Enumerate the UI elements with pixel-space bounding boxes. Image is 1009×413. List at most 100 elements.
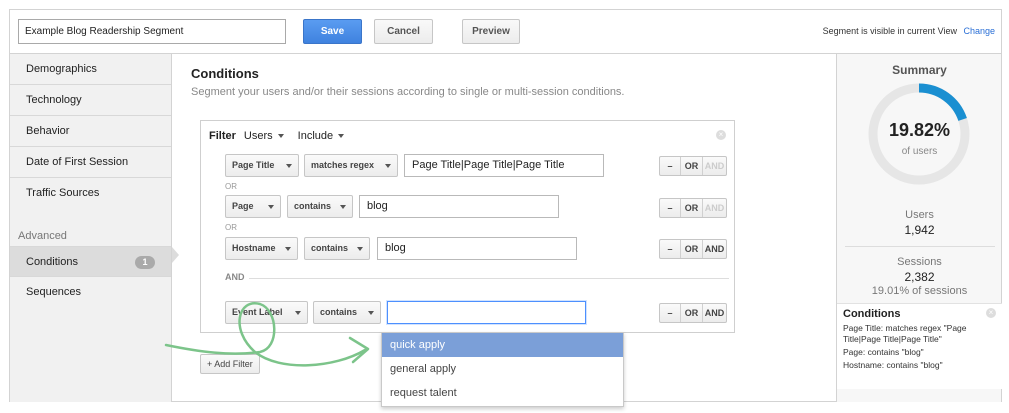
or-button[interactable]: OR: [680, 199, 702, 217]
page-subtitle: Segment your users and/or their sessions…: [191, 86, 625, 98]
remove-condition-button[interactable]: –: [660, 199, 680, 217]
summary-conditions: Conditions × Page Title: matches regex "…: [837, 303, 1002, 389]
dimension-value: Event Label: [232, 307, 283, 317]
users-percent-caption: of users: [901, 146, 938, 157]
filter-header: Filter Users Include: [209, 130, 345, 142]
change-visibility-link[interactable]: Change: [963, 26, 995, 36]
sidebar-item-conditions[interactable]: Conditions 1: [10, 246, 171, 277]
visibility-note: Segment is visible in current View: [822, 26, 957, 36]
remove-filter-icon[interactable]: ×: [716, 130, 726, 140]
condition-value-field[interactable]: Page Title|Page Title|Page Title: [404, 154, 604, 177]
dimension-dropdown[interactable]: Page: [225, 195, 281, 218]
operator-value: contains: [294, 201, 332, 211]
chevron-down-icon: [285, 247, 291, 251]
sidebar-heading-advanced: Advanced: [18, 230, 67, 242]
row-logic-buttons: – OR AND: [659, 303, 727, 323]
and-separator: AND: [225, 272, 245, 282]
cancel-button[interactable]: Cancel: [374, 19, 433, 44]
or-separator: OR: [225, 182, 237, 191]
preview-button[interactable]: Preview: [462, 19, 520, 44]
remove-condition-button[interactable]: –: [660, 304, 680, 322]
condition-row: Page contains blog: [225, 195, 725, 218]
summary-panel: Summary 19.82% of users Users 1,942 Sess…: [836, 54, 1002, 402]
summary-condition-line: Page Title: matches regex "Page Title|Pa…: [843, 323, 967, 344]
sidebar-item-date-of-first-session[interactable]: Date of First Session: [10, 147, 171, 178]
dimension-value: Page Title: [232, 160, 275, 170]
include-value: Include: [297, 130, 334, 142]
suggestion-item[interactable]: quick apply: [382, 333, 623, 357]
scope-dropdown[interactable]: Users: [244, 130, 284, 142]
chevron-down-icon: [385, 164, 391, 168]
condition-value-field[interactable]: [387, 301, 586, 324]
or-button[interactable]: OR: [680, 240, 702, 258]
chevron-down-icon: [357, 247, 363, 251]
summary-divider: [845, 246, 995, 247]
scope-value: Users: [243, 130, 273, 142]
operator-dropdown[interactable]: contains: [287, 195, 353, 218]
sessions-value: 2,382: [904, 270, 935, 284]
row-logic-buttons: – OR AND: [659, 198, 727, 218]
condition-row: Event Label contains: [225, 301, 725, 324]
operator-dropdown[interactable]: matches regex: [304, 154, 398, 177]
operator-value: contains: [311, 243, 349, 253]
sidebar-item-technology[interactable]: Technology: [10, 85, 171, 116]
dimension-value: Hostname: [232, 243, 276, 253]
and-button[interactable]: AND: [702, 199, 726, 217]
chevron-down-icon: [286, 164, 292, 168]
sidebar-item-demographics[interactable]: Demographics: [10, 54, 171, 85]
sessions-label: Sessions: [897, 256, 942, 268]
dimension-dropdown[interactable]: Page Title: [225, 154, 299, 177]
and-divider: [249, 278, 729, 279]
filter-label: Filter: [209, 130, 236, 142]
sessions-percent: 19.01% of sessions: [871, 285, 968, 297]
dimension-dropdown[interactable]: Hostname: [225, 237, 298, 260]
users-percent: 19.82%: [888, 120, 951, 140]
remove-condition-button[interactable]: –: [660, 157, 680, 175]
condition-row: Hostname contains blog: [225, 237, 725, 260]
sidebar-item-label: Conditions: [26, 256, 78, 268]
chevron-down-icon: [368, 311, 374, 315]
dimension-value: Page: [232, 201, 254, 211]
segment-name-input[interactable]: [18, 19, 286, 44]
value-suggestions-dropdown: quick apply general apply request talent: [381, 332, 624, 407]
close-icon[interactable]: ×: [986, 308, 996, 318]
chevron-down-icon: [268, 205, 274, 209]
remove-condition-button[interactable]: –: [660, 240, 680, 258]
sidebar-item-traffic-sources[interactable]: Traffic Sources: [10, 178, 171, 208]
users-label: Users: [905, 209, 934, 221]
row-logic-buttons: – OR AND: [659, 156, 727, 176]
suggestion-item[interactable]: request talent: [382, 381, 623, 405]
add-filter-button[interactable]: + Add Filter: [200, 354, 260, 374]
or-separator: OR: [225, 223, 237, 232]
summary-condition-line: Hostname: contains "blog": [843, 360, 943, 370]
sidebar-item-sequences[interactable]: Sequences: [10, 277, 171, 307]
filter-box: Filter Users Include × Page Title matche…: [200, 120, 735, 333]
users-value: 1,942: [904, 223, 935, 237]
operator-dropdown[interactable]: contains: [313, 301, 381, 324]
summary-title: Summary: [892, 63, 947, 77]
include-dropdown[interactable]: Include: [297, 130, 345, 142]
condition-row: Page Title matches regex Page Title|Page…: [225, 154, 725, 177]
operator-value: matches regex: [311, 160, 375, 170]
operator-dropdown[interactable]: contains: [304, 237, 370, 260]
or-button[interactable]: OR: [680, 157, 702, 175]
chevron-down-icon: [340, 205, 346, 209]
chevron-down-icon: [338, 134, 345, 139]
segment-category-sidebar: Demographics Technology Behavior Date of…: [10, 54, 172, 402]
or-button[interactable]: OR: [680, 304, 702, 322]
operator-value: contains: [320, 307, 358, 317]
sidebar-item-behavior[interactable]: Behavior: [10, 116, 171, 147]
and-button[interactable]: AND: [702, 304, 726, 322]
dimension-dropdown[interactable]: Event Label: [225, 301, 308, 324]
chevron-down-icon: [295, 311, 301, 315]
row-logic-buttons: – OR AND: [659, 239, 727, 259]
summary-condition-line: Page: contains "blog": [843, 347, 924, 357]
and-button[interactable]: AND: [702, 240, 726, 258]
condition-value-field[interactable]: blog: [359, 195, 559, 218]
page-title: Conditions: [191, 66, 259, 81]
save-button[interactable]: Save: [303, 19, 362, 44]
and-button[interactable]: AND: [702, 157, 726, 175]
condition-value-field[interactable]: blog: [377, 237, 577, 260]
suggestion-item[interactable]: general apply: [382, 357, 623, 381]
chevron-down-icon: [277, 134, 284, 139]
